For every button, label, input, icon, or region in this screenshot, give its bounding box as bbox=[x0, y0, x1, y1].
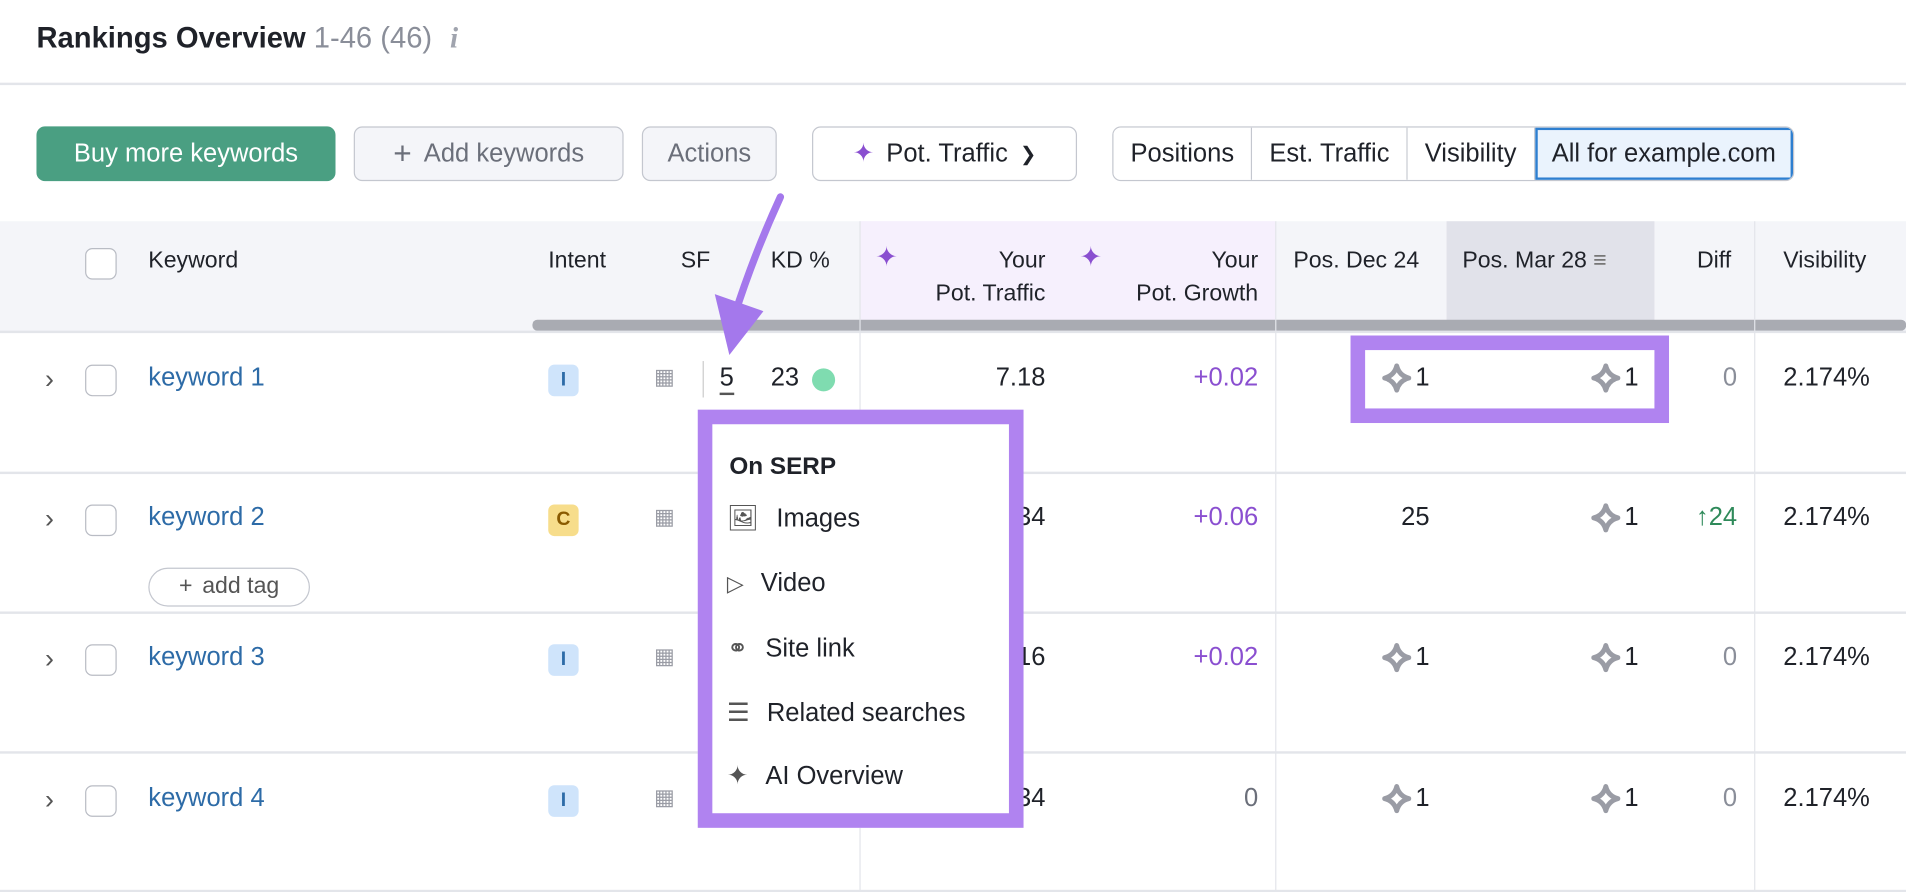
arrow-annotation bbox=[714, 193, 785, 355]
highlight-box bbox=[1350, 335, 1670, 424]
pos-dec-value: 1 bbox=[1382, 784, 1430, 814]
pos-mar-value: 1 bbox=[1591, 784, 1639, 814]
video-icon: ▷ bbox=[726, 570, 744, 596]
expand-chevron-icon[interactable]: › bbox=[45, 363, 54, 395]
sf-count[interactable]: 5 bbox=[719, 363, 734, 396]
view-segmented-control: Positions Est. Traffic Visibility All fo… bbox=[1112, 126, 1795, 182]
col-pot-traffic[interactable]: Your Pot. Traffic bbox=[935, 244, 1045, 310]
sparkle-icon: ✦ bbox=[1079, 241, 1102, 273]
intent-badge: I bbox=[548, 644, 579, 676]
add-keywords-button[interactable]: + Add keywords bbox=[353, 126, 624, 182]
list-icon: ☰ bbox=[726, 698, 750, 727]
image-icon: 🖼 bbox=[726, 504, 760, 533]
serp-preview-icon[interactable]: ▦ bbox=[654, 504, 675, 530]
pos-mar-value: 1 bbox=[1591, 503, 1639, 533]
pos-mar-value: 1 bbox=[1591, 643, 1639, 673]
plus-icon: + bbox=[393, 134, 412, 172]
intent-badge: C bbox=[548, 504, 579, 537]
diff-value: ↑24 bbox=[1695, 503, 1738, 532]
serp-preview-icon[interactable]: ▦ bbox=[654, 644, 675, 670]
link-icon: ⚭ bbox=[726, 634, 749, 663]
visibility-value: 2.174% bbox=[1783, 363, 1870, 392]
divider bbox=[0, 82, 1906, 86]
info-icon[interactable]: i bbox=[450, 23, 458, 55]
pos-dec-value: 1 bbox=[1382, 643, 1430, 673]
kd-value: 23 bbox=[770, 363, 800, 392]
col-pot-growth[interactable]: Your Pot. Growth bbox=[1136, 244, 1258, 310]
sparkle-icon: ✦ bbox=[875, 241, 898, 273]
plus-icon: + bbox=[178, 573, 193, 600]
ai-overview-icon: ✦ bbox=[726, 762, 749, 791]
expand-chevron-icon[interactable]: › bbox=[45, 784, 54, 816]
serp-item-related-searches[interactable]: ☰ Related searches bbox=[727, 698, 966, 728]
serp-features-popup: On SERP 🖼 Images ▷ Video ⚭ Site link ☰ Relat… bbox=[697, 409, 1024, 828]
keyword-link[interactable]: keyword 2 bbox=[148, 503, 264, 532]
diff-value: 0 bbox=[1722, 643, 1738, 672]
col-keyword[interactable]: Keyword bbox=[148, 244, 238, 277]
tab-est-traffic[interactable]: Est. Traffic bbox=[1252, 127, 1408, 180]
expand-chevron-icon[interactable]: › bbox=[45, 643, 54, 675]
expand-chevron-icon[interactable]: › bbox=[45, 503, 54, 535]
buy-more-keywords-button[interactable]: Buy more keywords bbox=[36, 126, 336, 182]
sparkle-icon: ✦ bbox=[852, 139, 875, 168]
serp-preview-icon[interactable]: ▦ bbox=[654, 365, 675, 391]
sort-icon[interactable]: ≡ bbox=[1593, 248, 1606, 274]
pot-growth-value: 0 bbox=[1243, 784, 1259, 813]
pot-growth-value: +0.02 bbox=[1193, 363, 1259, 392]
serp-item-site-link[interactable]: ⚭ Site link bbox=[727, 633, 855, 663]
keyword-link[interactable]: keyword 1 bbox=[148, 363, 264, 392]
pos-dec-value: 25 bbox=[1401, 503, 1430, 532]
intent-badge: I bbox=[548, 364, 579, 397]
row-checkbox[interactable] bbox=[85, 785, 117, 817]
pot-traffic-label: Pot. Traffic bbox=[886, 139, 1008, 168]
kd-dot bbox=[812, 368, 836, 392]
chevron-down-icon: ❯ bbox=[1020, 144, 1037, 165]
col-intent[interactable]: Intent bbox=[548, 244, 606, 277]
serp-preview-icon[interactable]: ▦ bbox=[654, 785, 675, 811]
col-visibility[interactable]: Visibility bbox=[1783, 244, 1866, 277]
keyword-link[interactable]: keyword 3 bbox=[148, 643, 264, 672]
pot-traffic-dropdown[interactable]: ✦ Pot. Traffic ❯ bbox=[812, 126, 1078, 182]
serp-item-images[interactable]: 🖼 Images bbox=[727, 504, 860, 533]
actions-button[interactable]: Actions bbox=[641, 126, 777, 182]
select-all-checkbox[interactable] bbox=[85, 247, 117, 280]
intent-badge: I bbox=[548, 785, 579, 817]
pot-traffic-value: 7.18 bbox=[995, 363, 1046, 392]
row-checkbox[interactable] bbox=[85, 364, 117, 397]
add-keywords-label: Add keywords bbox=[423, 139, 585, 168]
col-pos-dec[interactable]: Pos. Dec 24 bbox=[1293, 244, 1419, 277]
pot-growth-value: +0.06 bbox=[1193, 503, 1259, 532]
col-diff[interactable]: Diff bbox=[1697, 244, 1731, 277]
tab-visibility[interactable]: Visibility bbox=[1407, 127, 1535, 180]
visibility-value: 2.174% bbox=[1783, 643, 1870, 672]
visibility-value: 2.174% bbox=[1783, 503, 1870, 532]
popup-title: On SERP bbox=[729, 453, 837, 481]
visibility-value: 2.174% bbox=[1783, 784, 1870, 813]
diff-value: 0 bbox=[1722, 363, 1738, 392]
serp-item-video[interactable]: ▷ Video bbox=[727, 569, 826, 598]
pot-growth-value: +0.02 bbox=[1193, 643, 1259, 672]
col-pos-mar[interactable]: Pos. Mar 28 ≡ bbox=[1462, 244, 1606, 277]
serp-item-ai-overview[interactable]: ✦ AI Overview bbox=[727, 761, 903, 791]
result-count: 1-46 (46) bbox=[313, 21, 433, 55]
tab-all-for-domain[interactable]: All for example.com bbox=[1534, 127, 1793, 180]
arrow-up-icon: ↑ bbox=[1695, 503, 1709, 532]
diff-value: 0 bbox=[1722, 784, 1738, 813]
table-header: Keyword Intent SF KD % ✦ Your Pot. Traffi… bbox=[0, 221, 1906, 334]
row-checkbox[interactable] bbox=[85, 504, 117, 537]
row-checkbox[interactable] bbox=[85, 644, 117, 676]
add-tag-button[interactable]: + add tag bbox=[148, 567, 310, 607]
tab-positions[interactable]: Positions bbox=[1113, 127, 1253, 180]
page-title: Rankings Overview 1-46 (46) i bbox=[36, 21, 459, 55]
keyword-link[interactable]: keyword 4 bbox=[148, 784, 264, 813]
